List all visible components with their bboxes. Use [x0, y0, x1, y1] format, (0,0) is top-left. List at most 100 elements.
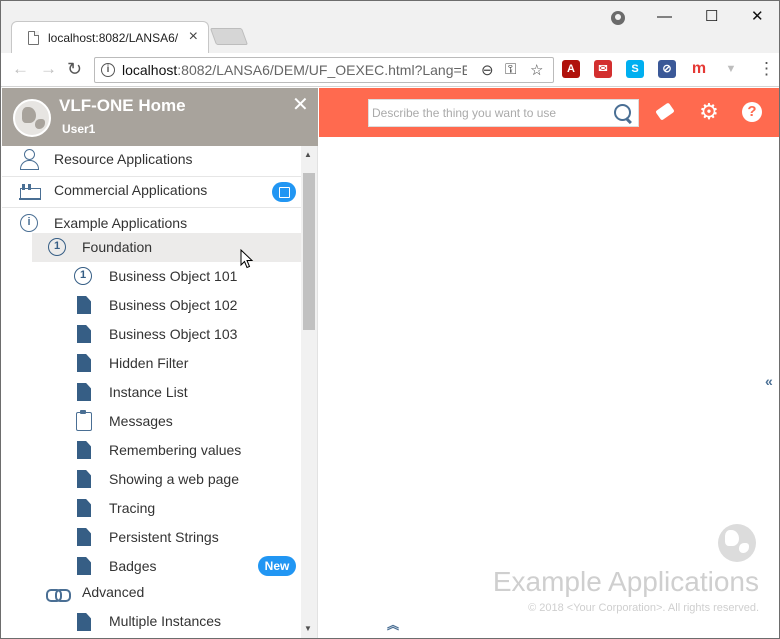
scroll-up-arrow-icon[interactable]: ▲	[304, 150, 312, 159]
menu-item-label: Showing a web page	[109, 471, 239, 487]
mail-extension-icon[interactable]: ✉	[594, 60, 612, 78]
link-icon	[46, 588, 71, 602]
sidebar-title: VLF-ONE Home	[59, 96, 186, 115]
menu-item-multiple-instances[interactable]: Multiple Instances	[2, 608, 302, 637]
url-host: localhost	[122, 62, 178, 78]
user-name: User1	[62, 122, 96, 136]
menu-item-advanced[interactable]: Advanced	[2, 579, 302, 608]
menu-item-tracing[interactable]: Tracing	[2, 494, 302, 523]
bookmark-star-icon[interactable]: ☆	[530, 61, 543, 79]
checklist-badge-icon	[272, 182, 296, 202]
menu-item-label: Tracing	[109, 500, 156, 516]
menu-item-showing-a-web-page[interactable]: Showing a web page	[2, 465, 302, 494]
menu-item-label: Messages	[109, 413, 173, 429]
number-one-icon: 1	[74, 267, 92, 285]
document-icon	[77, 383, 91, 401]
maximize-button[interactable]: ☐	[705, 9, 718, 25]
menu-item-label: Foundation	[82, 239, 153, 255]
menu-item-resource-applications[interactable]: Resource Applications	[2, 146, 302, 177]
menu-item-business-object-102[interactable]: Business Object 102	[2, 291, 302, 320]
search-icon[interactable]	[612, 102, 634, 124]
zoom-icon[interactable]: ⊖	[481, 61, 494, 79]
top-bar: ⚙ ?	[319, 88, 779, 137]
menu-item-business-object-101[interactable]: 1 Business Object 101	[2, 262, 302, 291]
document-icon	[77, 354, 91, 372]
gear-icon[interactable]: ⚙	[698, 102, 720, 124]
menu-item-remembering-values[interactable]: Remembering values	[2, 436, 302, 465]
menu-item-instance-list[interactable]: Instance List	[2, 378, 302, 407]
skype-icon[interactable]: S	[626, 60, 644, 78]
document-icon	[77, 613, 91, 631]
menu-item-label: Business Object 103	[109, 326, 238, 342]
page-favicon-icon	[28, 31, 39, 45]
menu-item-foundation[interactable]: 1 Foundation	[32, 233, 302, 262]
forward-button[interactable]: →	[40, 59, 57, 79]
menu-item-label: Advanced	[82, 584, 145, 600]
menu-item-label: Multiple Instances	[109, 613, 222, 629]
document-icon	[77, 296, 91, 314]
browser-tab[interactable]: localhost:8082/LANSA6/ ×	[11, 21, 209, 54]
filter-extension-icon[interactable]: ▼	[722, 60, 740, 78]
menu-item-messages[interactable]: Messages	[2, 407, 302, 436]
watermark-globe-icon	[718, 524, 756, 562]
address-bar[interactable]: i localhost:8082/LANSA6/DEM/UF_OEXEC.htm…	[94, 57, 554, 83]
document-icon	[77, 499, 91, 517]
main-area: ⚙ ? « ︽ Example Applications © 2018 <You…	[319, 88, 779, 638]
menu-item-label: Example Applications	[54, 215, 188, 231]
document-icon	[77, 528, 91, 546]
expand-up-icon[interactable]: ︽	[387, 619, 399, 631]
search-box[interactable]	[368, 99, 639, 127]
application-menu: Resource Applications Commercial Applica…	[2, 146, 302, 638]
help-icon[interactable]: ?	[742, 102, 762, 122]
m-extension-icon[interactable]: m	[690, 60, 708, 78]
scrollbar-thumb[interactable]	[303, 173, 315, 330]
search-input[interactable]	[369, 100, 609, 126]
new-tab-button[interactable]	[209, 28, 249, 45]
menu-item-label: Persistent Strings	[109, 529, 219, 545]
sidebar-close-icon[interactable]: ✕	[292, 95, 309, 115]
menu-item-label: Business Object 101	[109, 268, 238, 284]
browser-titlebar: localhost:8082/LANSA6/ × — ☐ ✕	[1, 1, 779, 54]
reload-button[interactable]: ↻	[67, 59, 82, 79]
info-icon: i	[20, 214, 38, 232]
mouse-cursor-icon	[240, 249, 254, 269]
pdf-extension-icon[interactable]: A	[562, 60, 580, 78]
eraser-icon[interactable]	[655, 102, 677, 124]
blocker-extension-icon[interactable]: ⊘	[658, 60, 676, 78]
url-text[interactable]: localhost:8082/LANSA6/DEM/UF_OEXEC.html?…	[122, 62, 467, 78]
close-window-button[interactable]: ✕	[751, 9, 764, 25]
menu-item-label: Badges	[109, 558, 157, 574]
watermark-title: Example Applications	[492, 566, 759, 597]
globe-icon	[13, 99, 51, 137]
tab-title: localhost:8082/LANSA6/	[48, 31, 179, 45]
minimize-button[interactable]: —	[657, 9, 672, 25]
sidebar-scrollbar[interactable]: ▲ ▼	[301, 146, 317, 638]
scroll-down-arrow-icon[interactable]: ▼	[304, 624, 312, 633]
menu-item-badges[interactable]: Badges New	[2, 552, 302, 581]
watermark-copyright: © 2018 <Your Corporation>. All rights re…	[528, 602, 759, 614]
document-icon	[77, 325, 91, 343]
document-icon	[77, 441, 91, 459]
new-badge: New	[258, 556, 296, 576]
back-button[interactable]: ←	[12, 59, 29, 79]
document-icon	[77, 557, 91, 575]
sidebar-header: VLF-ONE Home User1 ✕	[2, 88, 318, 146]
account-icon[interactable]	[611, 11, 625, 25]
factory-icon	[19, 184, 41, 200]
menu-item-hidden-filter[interactable]: Hidden Filter	[2, 349, 302, 378]
tab-close-icon[interactable]: ×	[189, 29, 198, 45]
sidebar: VLF-ONE Home User1 ✕ Resource Applicatio…	[2, 88, 318, 638]
menu-item-persistent-strings[interactable]: Persistent Strings	[2, 523, 302, 552]
browser-menu-icon[interactable]: ⋮	[758, 59, 775, 79]
menu-item-label: Commercial Applications	[54, 182, 208, 198]
menu-item-label: Remembering values	[109, 442, 242, 458]
document-icon	[77, 470, 91, 488]
menu-item-label: Business Object 102	[109, 297, 238, 313]
key-icon[interactable]: ⚿	[505, 61, 516, 78]
menu-item-label: Instance List	[109, 384, 188, 400]
collapse-panel-icon[interactable]: «	[765, 373, 773, 389]
menu-item-business-object-103[interactable]: Business Object 103	[2, 320, 302, 349]
site-info-icon[interactable]: i	[101, 63, 115, 77]
user-icon	[19, 149, 39, 170]
menu-item-commercial-applications[interactable]: Commercial Applications	[2, 177, 302, 208]
